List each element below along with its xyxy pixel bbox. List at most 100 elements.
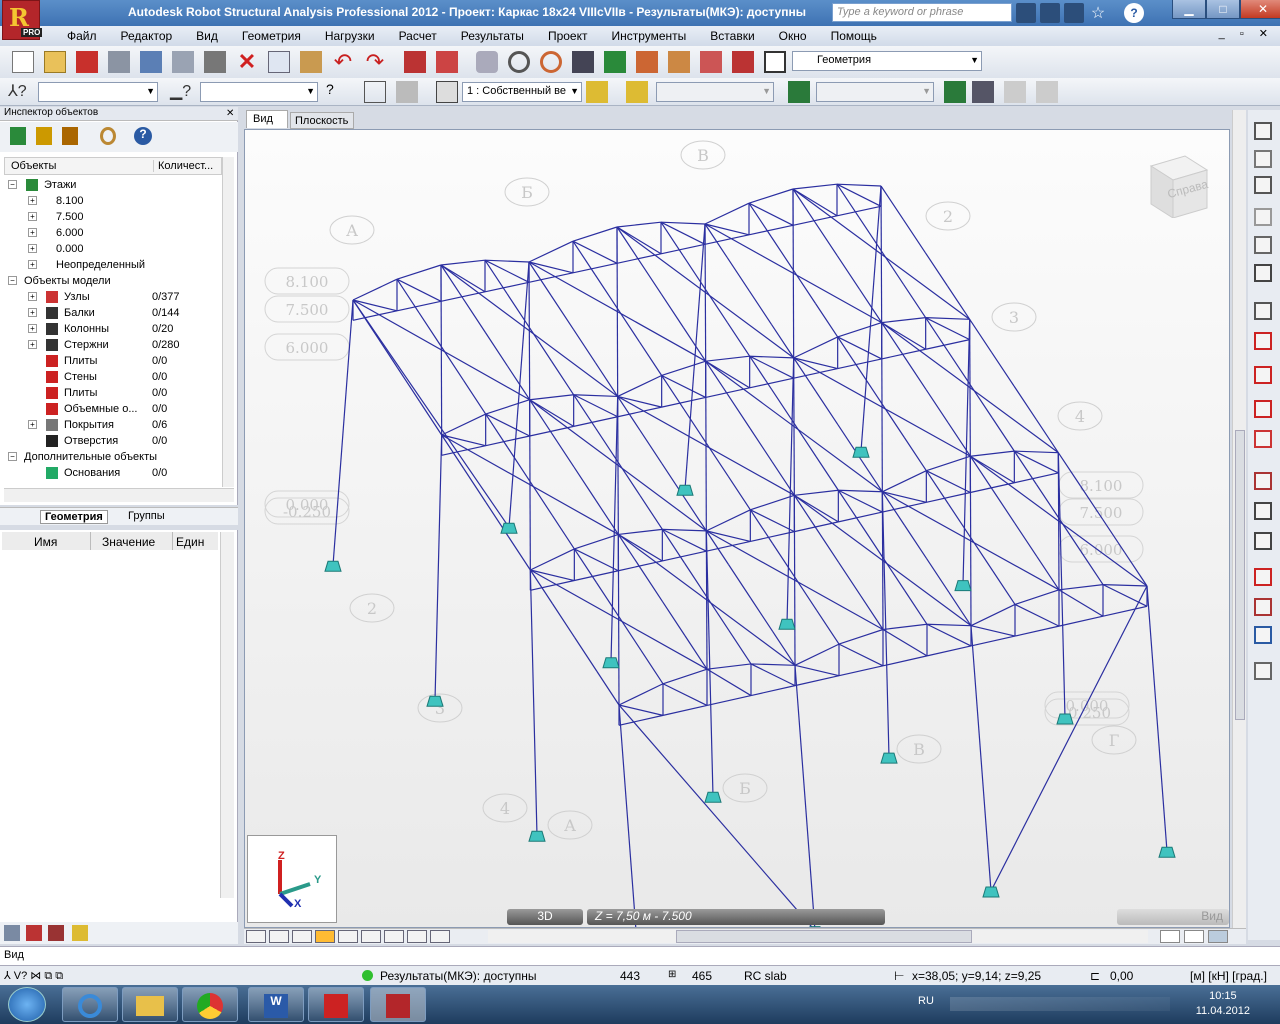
- expand-icon[interactable]: +: [28, 340, 37, 349]
- copy-icon[interactable]: [268, 51, 290, 73]
- purlin[interactable]: [638, 260, 662, 295]
- support-icon[interactable]: [1158, 846, 1176, 858]
- purlin[interactable]: [550, 295, 574, 330]
- support-icon[interactable]: [954, 580, 972, 592]
- screen-capture-icon[interactable]: [204, 51, 226, 73]
- menu-view[interactable]: Вид: [184, 29, 230, 43]
- view-split-icon[interactable]: [1184, 930, 1204, 943]
- view-option-9-icon[interactable]: [430, 930, 450, 943]
- mdi-controls[interactable]: _ ▫ ✕: [1219, 27, 1274, 40]
- truss-top-chord[interactable]: [838, 489, 883, 493]
- load-table-icon[interactable]: [626, 81, 648, 103]
- purlin[interactable]: [1013, 385, 1037, 420]
- purlin[interactable]: [1124, 552, 1148, 587]
- view-option-6-icon[interactable]: [361, 930, 381, 943]
- right-tool-2-icon[interactable]: [1254, 150, 1272, 168]
- truss-bottom-chord[interactable]: [836, 205, 882, 217]
- tree-item[interactable]: +8.100: [4, 193, 220, 209]
- truss-bottom-chord[interactable]: [574, 570, 619, 582]
- column[interactable]: [332, 299, 354, 566]
- expand-icon[interactable]: +: [28, 308, 37, 317]
- purlin[interactable]: [904, 590, 928, 625]
- tree-item[interactable]: Основания 0/0: [4, 465, 220, 481]
- lock-icon[interactable]: [476, 51, 498, 73]
- col-count[interactable]: Количест...: [153, 160, 213, 172]
- truss-bottom-chord[interactable]: [838, 511, 883, 523]
- inspector-search-icon[interactable]: [100, 127, 116, 145]
- purlin[interactable]: [1014, 522, 1038, 557]
- purlin[interactable]: [947, 503, 972, 538]
- purlin[interactable]: [396, 367, 421, 402]
- right-tool-11-icon[interactable]: [1254, 430, 1272, 448]
- purlin[interactable]: [991, 417, 1015, 452]
- purlin[interactable]: [727, 475, 751, 511]
- purlin[interactable]: [991, 352, 1015, 387]
- column[interactable]: [786, 357, 795, 624]
- truss-bottom-chord[interactable]: [837, 358, 882, 370]
- subscription-icon[interactable]: [1064, 3, 1084, 23]
- truss-bottom-chord[interactable]: [1102, 605, 1148, 617]
- zoom-window-icon[interactable]: [540, 51, 562, 73]
- mode-icon[interactable]: [788, 81, 810, 103]
- right-tool-3-icon[interactable]: [1254, 176, 1272, 194]
- col-name[interactable]: Имя: [34, 535, 57, 549]
- truss-bottom-chord[interactable]: [749, 377, 794, 389]
- truss-diagonal[interactable]: [794, 664, 840, 677]
- redo-icon[interactable]: ↷: [364, 49, 386, 74]
- truss-diagonal[interactable]: [1102, 584, 1148, 607]
- tree-vscroll[interactable]: [222, 157, 234, 487]
- support-icon[interactable]: [982, 886, 1000, 898]
- view-corner-badge[interactable]: Вид: [1117, 909, 1229, 925]
- column[interactable]: [794, 665, 816, 928]
- purlin[interactable]: [881, 322, 905, 357]
- search-input[interactable]: Type a keyword or phrase: [832, 3, 1012, 22]
- help-icon[interactable]: ?: [1124, 3, 1144, 23]
- support-icon[interactable]: [528, 830, 546, 842]
- purlin[interactable]: [815, 456, 839, 491]
- truss-top-chord[interactable]: [792, 183, 838, 190]
- purlin[interactable]: [462, 298, 486, 333]
- truss-top-chord[interactable]: [618, 528, 663, 536]
- truss-diagonal[interactable]: [706, 668, 752, 697]
- filter-icon[interactable]: [36, 127, 52, 145]
- tree-item[interactable]: Объемные о... 0/0: [4, 401, 220, 417]
- properties-vscroll[interactable]: [220, 532, 234, 898]
- truss-top-chord[interactable]: [750, 663, 796, 666]
- purlin[interactable]: [792, 188, 816, 223]
- truss-diagonal[interactable]: [970, 455, 1015, 484]
- truss-bottom-chord[interactable]: [1014, 472, 1059, 484]
- purlin[interactable]: [727, 394, 751, 429]
- tree-item[interactable]: Отверстия 0/0: [4, 433, 220, 449]
- expand-icon[interactable]: +: [28, 292, 37, 301]
- tree-item[interactable]: + Балки 0/144: [4, 305, 220, 321]
- maximize-button[interactable]: □: [1206, 0, 1240, 19]
- truss-top-chord[interactable]: [749, 355, 794, 359]
- truss-bottom-chord[interactable]: [484, 281, 530, 293]
- purlin[interactable]: [903, 355, 927, 390]
- panel-tab-4-icon[interactable]: [72, 925, 88, 941]
- expand-icon[interactable]: +: [28, 212, 37, 221]
- truss-diagonal[interactable]: [662, 683, 708, 707]
- truss-top-chord[interactable]: [1014, 450, 1059, 454]
- purlin[interactable]: [573, 466, 597, 502]
- col-objects[interactable]: Объекты: [11, 160, 56, 172]
- save-icon[interactable]: [76, 51, 98, 73]
- bar-selection-icon[interactable]: ▁?: [170, 81, 192, 103]
- roof-brace[interactable]: [705, 361, 707, 531]
- roof-brace[interactable]: [440, 264, 443, 436]
- tree-item[interactable]: + Покрытия 0/6: [4, 417, 220, 433]
- purlin[interactable]: [1035, 419, 1059, 453]
- truss-bottom-chord[interactable]: [396, 300, 442, 312]
- view-refresh-icon[interactable]: [1208, 930, 1228, 943]
- roof-brace[interactable]: [704, 223, 707, 362]
- purlin[interactable]: [463, 468, 487, 503]
- inspector-level-icon[interactable]: [10, 127, 26, 145]
- column[interactable]: [529, 569, 538, 836]
- roof-brace[interactable]: [616, 226, 619, 397]
- purlin[interactable]: [815, 528, 840, 563]
- truss-diagonal[interactable]: [970, 625, 1016, 637]
- truss-top-chord[interactable]: [882, 470, 927, 493]
- purlin[interactable]: [772, 631, 796, 666]
- column[interactable]: [970, 625, 992, 892]
- filter-clear-icon[interactable]: [62, 127, 78, 145]
